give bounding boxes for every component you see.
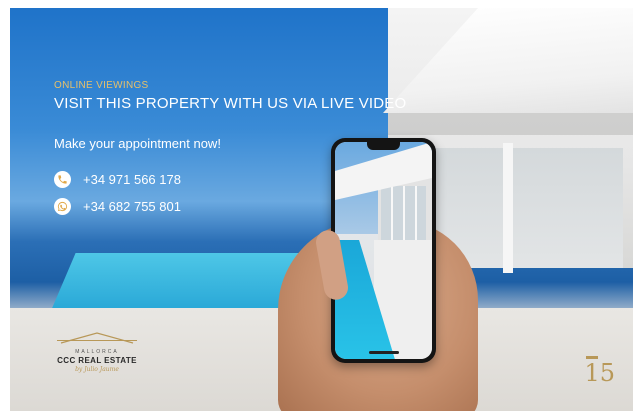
logo-signature: by Julio Jaume bbox=[75, 366, 119, 373]
logo-name: CCC REAL ESTATE bbox=[57, 356, 137, 365]
phone-screen bbox=[335, 142, 432, 359]
phone-number: +34 971 566 178 bbox=[83, 172, 181, 187]
phone-notch bbox=[367, 142, 400, 150]
roof-shadow bbox=[388, 113, 633, 135]
home-indicator bbox=[369, 351, 399, 354]
phone-icon bbox=[54, 171, 71, 188]
anniversary-number: 15 bbox=[584, 359, 615, 387]
headline: VISIT THIS PROPERTY WITH US VIA LIVE VID… bbox=[54, 95, 407, 112]
whatsapp-contact[interactable]: +34 682 755 801 bbox=[54, 198, 181, 215]
appointment-cta: Make your appointment now! bbox=[54, 136, 221, 151]
eyebrow-label: ONLINE VIEWINGS bbox=[54, 80, 149, 91]
whatsapp-icon bbox=[54, 198, 71, 215]
company-logo[interactable]: MALLORCA CCC REAL ESTATE by Julio Jaume bbox=[52, 332, 142, 373]
smartphone bbox=[331, 138, 436, 363]
promo-banner: ONLINE VIEWINGS VISIT THIS PROPERTY WITH… bbox=[10, 8, 633, 411]
whatsapp-number: +34 682 755 801 bbox=[83, 199, 181, 214]
anniversary-badge: 15 bbox=[584, 356, 615, 385]
phone-contact[interactable]: +34 971 566 178 bbox=[54, 171, 181, 188]
villa-column bbox=[503, 143, 513, 273]
house-roof-icon bbox=[57, 332, 137, 355]
